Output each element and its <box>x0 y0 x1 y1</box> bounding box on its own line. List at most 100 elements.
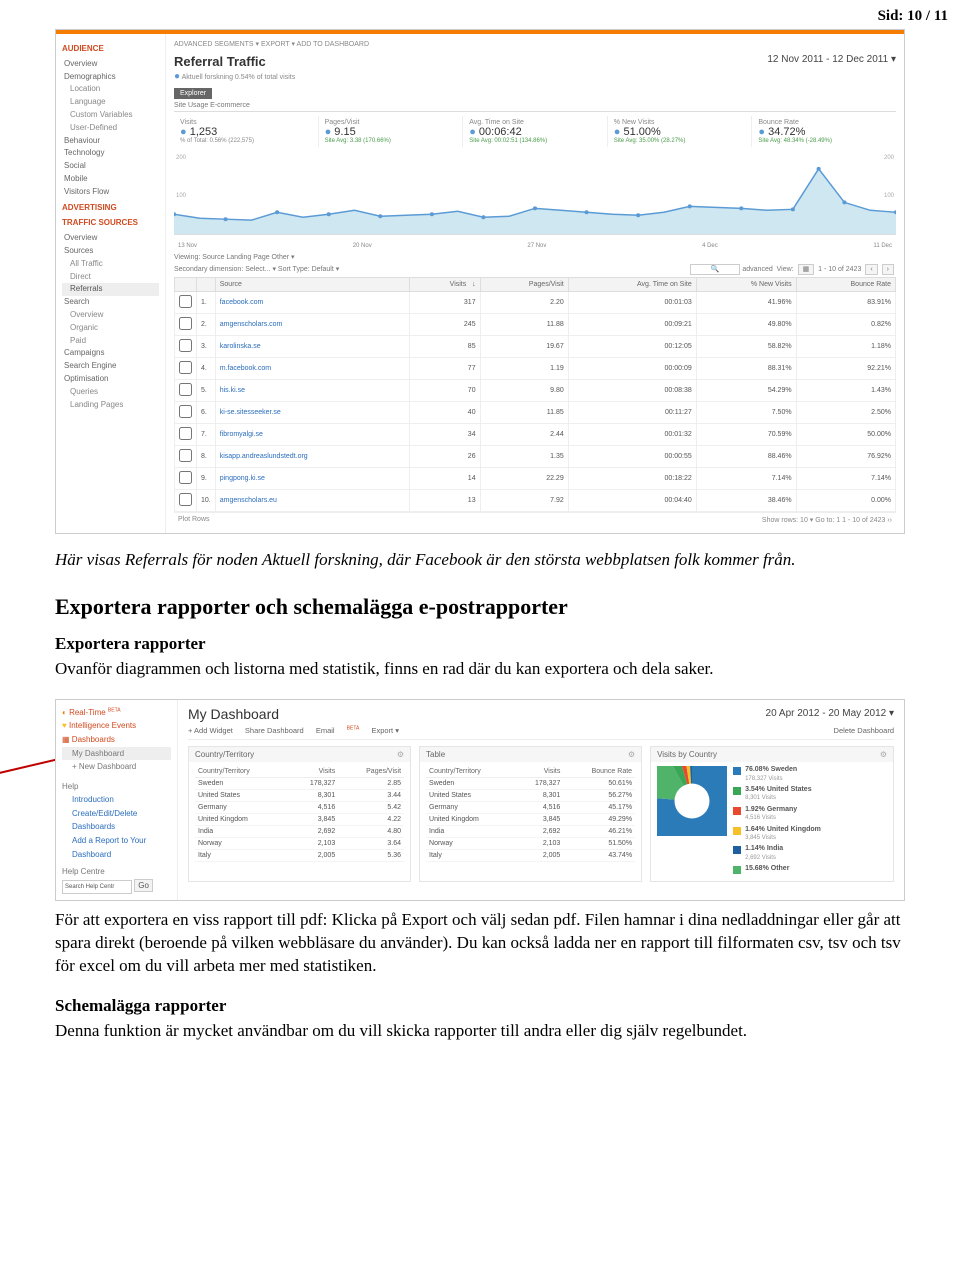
sidebar-item[interactable]: Location <box>62 83 159 96</box>
col-header[interactable]: % New Visits <box>696 278 796 292</box>
view-toggle[interactable]: ▦ <box>798 264 815 275</box>
next-page-button[interactable]: › <box>882 264 894 275</box>
advanced-link[interactable]: advanced <box>742 266 772 273</box>
delete-dashboard-button[interactable]: Delete Dashboard <box>834 726 894 736</box>
sidebar-item[interactable]: Overview <box>62 58 159 71</box>
sidebar-item[interactable]: Search <box>62 296 159 309</box>
row-checkbox[interactable] <box>179 427 192 440</box>
next-page-button[interactable]: › <box>890 517 892 524</box>
sidebar-item[interactable]: Landing Pages <box>62 399 159 412</box>
table-row[interactable]: 7.fibromyalgi.se342.4400:01:3270.59%50.0… <box>175 424 896 446</box>
sidebar-section-traffic[interactable]: TRAFFIC SOURCES <box>62 217 159 230</box>
secondary-dimension[interactable]: Secondary dimension: Select... ▾ Sort Ty… <box>174 265 339 273</box>
row-checkbox[interactable] <box>179 383 192 396</box>
sidebar-section-audience[interactable]: AUDIENCE <box>62 43 159 56</box>
sidebar-item[interactable]: Visitors Flow <box>62 186 159 199</box>
sidebar-intelligence[interactable]: ♥ Intelligence Events <box>62 719 171 733</box>
source-link[interactable]: ki-se.sitesseeker.se <box>220 409 281 416</box>
dashboard-date-range[interactable]: 20 Apr 2012 - 20 May 2012 ▾ <box>766 708 894 719</box>
col-header[interactable]: Visits <box>515 766 563 778</box>
sidebar-item[interactable]: Sources <box>62 245 159 258</box>
sidebar-realtime[interactable]: ◐ Real-Time BETA <box>62 706 171 720</box>
row-checkbox[interactable] <box>179 471 192 484</box>
help-link[interactable]: Add a Report to Your Dashboard <box>62 834 171 861</box>
gear-icon[interactable]: ⚙ <box>397 750 404 759</box>
metric-tabs[interactable]: Site Usage E-commerce <box>174 102 896 112</box>
sidebar-new-dashboard[interactable]: + New Dashboard <box>62 760 171 774</box>
source-link[interactable]: pingpong.ki.se <box>220 475 265 482</box>
row-checkbox[interactable] <box>179 449 192 462</box>
col-header[interactable]: Visits <box>288 766 338 778</box>
source-link[interactable]: karolinska.se <box>220 343 261 350</box>
source-link[interactable]: his.ki.se <box>220 387 245 394</box>
table-row[interactable]: 1.facebook.com3172.2000:01:0341.96%83.91… <box>175 292 896 314</box>
sidebar-item[interactable]: Custom Variables <box>62 109 159 122</box>
help-search-input[interactable]: Search Help Centr <box>62 880 132 894</box>
sidebar-item[interactable]: All Traffic <box>62 258 159 271</box>
table-row[interactable]: 4.m.facebook.com771.1900:00:0988.31%92.2… <box>175 358 896 380</box>
sidebar-item[interactable]: Overview <box>62 232 159 245</box>
col-header[interactable]: Country/Territory <box>195 766 288 778</box>
sidebar-section-advertising[interactable]: ADVERTISING <box>62 202 159 215</box>
row-checkbox[interactable] <box>179 493 192 506</box>
col-header[interactable]: Source <box>215 278 410 292</box>
tab-explorer[interactable]: Explorer <box>174 88 212 99</box>
sidebar-item[interactable]: Organic <box>62 322 159 335</box>
table-row[interactable]: 6.ki-se.sitesseeker.se4011.8500:11:277.5… <box>175 402 896 424</box>
source-link[interactable]: amgenscholars.com <box>220 321 283 328</box>
sidebar-item[interactable]: Search Engine Optimisation <box>62 360 159 386</box>
row-checkbox[interactable] <box>179 295 192 308</box>
col-header[interactable] <box>175 278 197 292</box>
source-link[interactable]: fibromyalgi.se <box>220 431 263 438</box>
gear-icon[interactable]: ⚙ <box>628 750 635 759</box>
col-header[interactable]: Pages/Visit <box>480 278 568 292</box>
ga-segments-toolbar[interactable]: ADVANCED SEGMENTS ▾ EXPORT ▾ ADD TO DASH… <box>174 40 896 48</box>
metric-card[interactable]: Avg. Time on Site● 00:06:42Site Avg: 00:… <box>463 116 608 147</box>
sidebar-item[interactable]: Mobile <box>62 173 159 186</box>
date-range-picker[interactable]: 12 Nov 2011 - 12 Dec 2011 ▾ <box>767 54 896 65</box>
sidebar-item[interactable]: Paid <box>62 335 159 348</box>
sidebar-my-dashboard[interactable]: My Dashboard <box>62 747 171 761</box>
visits-line-chart[interactable]: 200 100 200 100 <box>174 155 896 235</box>
sidebar-item[interactable]: Queries <box>62 386 159 399</box>
metric-card[interactable]: % New Visits● 51.00%Site Avg: 35.00% (28… <box>608 116 753 147</box>
sidebar-item[interactable]: Behaviour <box>62 135 159 148</box>
gear-icon[interactable]: ⚙ <box>880 750 887 759</box>
sidebar-item[interactable]: Direct <box>62 271 159 284</box>
row-checkbox[interactable] <box>179 339 192 352</box>
prev-page-button[interactable]: ‹ <box>865 264 877 275</box>
table-row[interactable]: 8.kisapp.andreaslundstedt.org261.3500:00… <box>175 446 896 468</box>
col-header[interactable] <box>197 278 216 292</box>
sidebar-item[interactable]: Social <box>62 160 159 173</box>
source-link[interactable]: m.facebook.com <box>220 365 271 372</box>
col-header[interactable]: Bounce Rate <box>796 278 895 292</box>
col-header[interactable]: Bounce Rate <box>563 766 635 778</box>
plot-rows-button[interactable]: Plot Rows <box>178 516 210 524</box>
sidebar-item[interactable]: Overview <box>62 309 159 322</box>
source-link[interactable]: kisapp.andreaslundstedt.org <box>220 453 308 460</box>
col-header[interactable]: Country/Territory <box>426 766 515 778</box>
sidebar-item[interactable]: Language <box>62 96 159 109</box>
viewing-tabs[interactable]: Viewing: Source Landing Page Other ▾ <box>174 253 295 261</box>
sidebar-item[interactable]: Campaigns <box>62 347 159 360</box>
metric-card[interactable]: Bounce Rate● 34.72%Site Avg: 48.34% (-28… <box>752 116 896 147</box>
row-checkbox[interactable] <box>179 317 192 330</box>
export-button[interactable]: Export ▾ <box>371 726 399 735</box>
col-header[interactable]: Avg. Time on Site <box>568 278 696 292</box>
share-dashboard-button[interactable]: Share Dashboard <box>245 726 304 735</box>
sidebar-item[interactable]: Demographics <box>62 71 159 84</box>
email-button[interactable]: Email BETA <box>316 726 360 735</box>
search-input[interactable]: 🔍 <box>690 264 741 275</box>
help-link[interactable]: Create/Edit/Delete Dashboards <box>62 807 171 834</box>
add-widget-button[interactable]: + Add Widget <box>188 726 233 735</box>
help-link[interactable]: Introduction <box>62 793 171 807</box>
table-row[interactable]: 2.amgenscholars.com24511.8800:09:2149.80… <box>175 314 896 336</box>
col-header[interactable]: Pages/Visit <box>338 766 404 778</box>
table-row[interactable]: 3.karolinska.se8519.6700:12:0558.82%1.18… <box>175 336 896 358</box>
table-row[interactable]: 10.amgenscholars.eu137.9200:04:4038.46%0… <box>175 490 896 512</box>
sidebar-dashboards[interactable]: ▦ Dashboards <box>62 733 171 747</box>
row-checkbox[interactable] <box>179 361 192 374</box>
metric-card[interactable]: Pages/Visit● 9.15Site Avg: 3.38 (170.66%… <box>319 116 464 147</box>
goto-input[interactable]: 1 <box>836 517 840 524</box>
sidebar-item-referrals[interactable]: Referrals <box>62 283 159 296</box>
